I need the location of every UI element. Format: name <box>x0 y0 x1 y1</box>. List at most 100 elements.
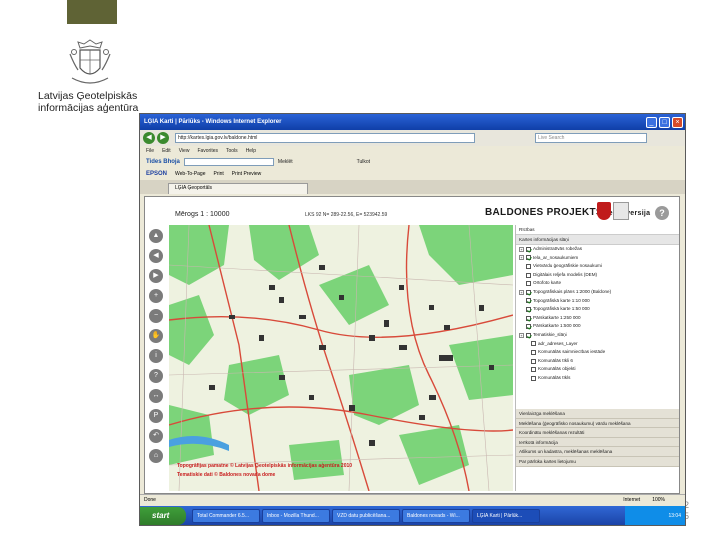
expand-icon[interactable]: + <box>519 255 524 261</box>
baldone-crest-icon <box>597 202 611 220</box>
menu-tools[interactable]: Tools <box>226 148 238 154</box>
app-header: Mērogs 1 : 10000 LKS 92 N= 289-22.56, E=… <box>145 197 679 225</box>
print-button[interactable]: Print <box>214 171 224 177</box>
taskbar-item-thunderbird[interactable]: Inbox - Mozilla Thund... <box>262 509 330 523</box>
live-search-input[interactable]: Live Search <box>535 133 647 143</box>
browser-tab[interactable]: LĢIA Ģeoportāls <box>168 183 308 194</box>
link-geo-names-search[interactable]: Meklēšana (ģeogrāfisko nosaukumu) vārdu … <box>516 418 679 429</box>
link-vienlaiciga-meklesana[interactable]: Vienlaicīga meklēšana <box>516 409 679 419</box>
print-icon[interactable]: P <box>149 409 163 423</box>
layer-row[interactable]: Komunālās tīkls <box>516 374 679 383</box>
layer-row[interactable]: Digitālais reljefa modelis (DEM) <box>516 271 679 280</box>
layer-checkbox[interactable] <box>526 246 531 252</box>
taskbar-item-baldones[interactable]: Baldones novads - Wi... <box>402 509 470 523</box>
addon-toolbar: Tides Bhoja Meklēt Tulkot <box>140 156 685 168</box>
menu-favorites[interactable]: Favorites <box>197 148 218 154</box>
forward-button[interactable]: ▶ <box>157 132 169 144</box>
layer-checkbox[interactable] <box>526 255 531 261</box>
info-icon[interactable]: ? <box>149 369 163 383</box>
map-view[interactable]: Topogrāfijas pamatne © Latvijas Ģeotelpi… <box>169 225 513 491</box>
project-title-main: BALDONES PROJEKTS <box>485 207 603 218</box>
zoom-in-icon[interactable]: + <box>149 289 163 303</box>
link-iericota-info[interactable]: Ierīkotā informācija <box>516 437 679 448</box>
layer-checkbox[interactable] <box>531 367 536 373</box>
layer-checkbox[interactable] <box>526 289 531 295</box>
layer-row[interactable]: + Administratīvās robežas <box>516 245 679 254</box>
web-to-page-button[interactable]: Web-To-Page <box>175 171 205 177</box>
menu-help[interactable]: Help <box>246 148 256 154</box>
identify-icon[interactable]: i <box>149 349 163 363</box>
map-tools: ▲ ◀ ▶ + − ✋ i ? ↔ P ↶ ⌂ <box>145 225 167 491</box>
toolbar-brand[interactable]: Tides Bhoja <box>146 159 180 165</box>
start-button[interactable]: start <box>140 507 186 525</box>
layer-row[interactable]: Komunālās saimniecības iestāde <box>516 348 679 357</box>
layer-checkbox[interactable] <box>531 358 536 364</box>
layer-row[interactable]: Ortofoto karte <box>516 279 679 288</box>
print-preview-button[interactable]: Print Preview <box>232 171 261 177</box>
layer-row[interactable]: adr_adreses_Layer <box>516 340 679 349</box>
address-row: ◀ ▶ http://kartes.lgia.gov.lv/baldone.ht… <box>140 130 685 146</box>
link-map-usage[interactable]: Par pārlūka kartes lietojumu <box>516 456 679 467</box>
previous-extent-icon[interactable]: ↶ <box>149 429 163 443</box>
epson-logo: EPSON <box>146 171 168 177</box>
arrow-right-icon[interactable]: ▶ <box>149 269 163 283</box>
menu-edit[interactable]: Edit <box>162 148 171 154</box>
taskbar-item-lgia[interactable]: LĢIA Karti | Pārlūk... <box>472 509 540 523</box>
layer-row[interactable]: Pārskatkarte 1:250 000 <box>516 314 679 323</box>
menu-file[interactable]: File <box>146 148 154 154</box>
expand-icon[interactable]: + <box>519 332 524 338</box>
layer-checkbox[interactable] <box>531 341 536 347</box>
layer-checkbox[interactable] <box>526 315 531 321</box>
layer-row[interactable]: + Iela_ar_nosaukumiem <box>516 254 679 263</box>
link-coordinates-results[interactable]: Koordinātu meklēšanas rezultāti <box>516 428 679 438</box>
tab-row: LĢIA Ģeoportāls <box>140 180 685 194</box>
layer-checkbox[interactable] <box>531 349 536 355</box>
layer-label: Komunālās tīkls <box>538 374 571 380</box>
layer-row[interactable]: + Tematiskie_slāņi <box>516 331 679 340</box>
arrow-left-icon[interactable]: ◀ <box>149 249 163 263</box>
layer-checkbox[interactable] <box>526 306 531 312</box>
layer-row[interactable]: Pārskatkarte 1:500 000 <box>516 322 679 331</box>
layer-row[interactable]: Topogrāfiskā karte 1:10 000 <box>516 297 679 306</box>
layer-row[interactable]: Vietvārdu ģeogrāfiskie nosaukumi <box>516 262 679 271</box>
layer-label: Vietvārdu ģeogrāfiskie nosaukumi <box>533 263 602 269</box>
layer-checkbox[interactable] <box>526 272 531 278</box>
layer-row[interactable]: Komunālās tīkli 6 <box>516 357 679 366</box>
expand-icon[interactable]: + <box>519 289 524 295</box>
taskbar-item-vzd[interactable]: VZD datu publicēšana... <box>332 509 400 523</box>
toolbar-translate-button[interactable]: Tulkot <box>357 159 370 165</box>
address-bar[interactable]: http://kartes.lgia.gov.lv/baldone.html <box>175 133 475 143</box>
link-cadastre-search[interactable]: Atlikums un kadastra, meklēšanas meklēša… <box>516 447 679 457</box>
layer-checkbox[interactable] <box>526 281 531 287</box>
status-zoom[interactable]: 100% <box>652 497 665 503</box>
menu-view[interactable]: View <box>179 148 190 154</box>
toolbar-search-button[interactable]: Meklēt <box>278 159 293 165</box>
layer-row[interactable]: Topogrāfiskā karte 1:50 000 <box>516 305 679 314</box>
expand-icon[interactable]: + <box>519 246 524 252</box>
layers-panel-top[interactable]: Rīcības <box>516 225 679 235</box>
leaf-spacer <box>519 307 524 312</box>
layer-checkbox[interactable] <box>526 324 531 330</box>
arrow-up-icon[interactable]: ▲ <box>149 229 163 243</box>
layer-checkbox[interactable] <box>526 298 531 304</box>
layers-panel: Rīcības Kartes informācijas slāņi + Admin… <box>515 225 679 491</box>
epson-toolbar: EPSON Web-To-Page Print Print Preview <box>140 168 685 180</box>
layer-row[interactable]: Komunālās objekti <box>516 365 679 374</box>
coat-of-arms-logo-icon <box>69 39 111 84</box>
maximize-icon[interactable]: □ <box>659 116 670 128</box>
measure-icon[interactable]: ↔ <box>149 389 163 403</box>
full-extent-icon[interactable]: ⌂ <box>149 449 163 463</box>
back-button[interactable]: ◀ <box>143 132 155 144</box>
taskbar-item-total-commander[interactable]: Total Commander 6.5... <box>192 509 260 523</box>
layer-checkbox[interactable] <box>526 263 531 269</box>
layer-checkbox[interactable] <box>531 375 536 381</box>
layer-checkbox[interactable] <box>526 332 531 338</box>
layer-row[interactable]: + Topogrāfiskais plāns 1:2000 (Baldone) <box>516 288 679 297</box>
help-button[interactable]: ? <box>655 206 669 220</box>
minimize-icon[interactable]: _ <box>646 116 657 128</box>
layers-tab-header[interactable]: Kartes informācijas slāņi <box>516 235 679 245</box>
toolbar-search-input[interactable] <box>183 158 274 166</box>
pan-icon[interactable]: ✋ <box>149 329 163 343</box>
zoom-out-icon[interactable]: − <box>149 309 163 323</box>
close-icon[interactable]: × <box>672 116 683 128</box>
